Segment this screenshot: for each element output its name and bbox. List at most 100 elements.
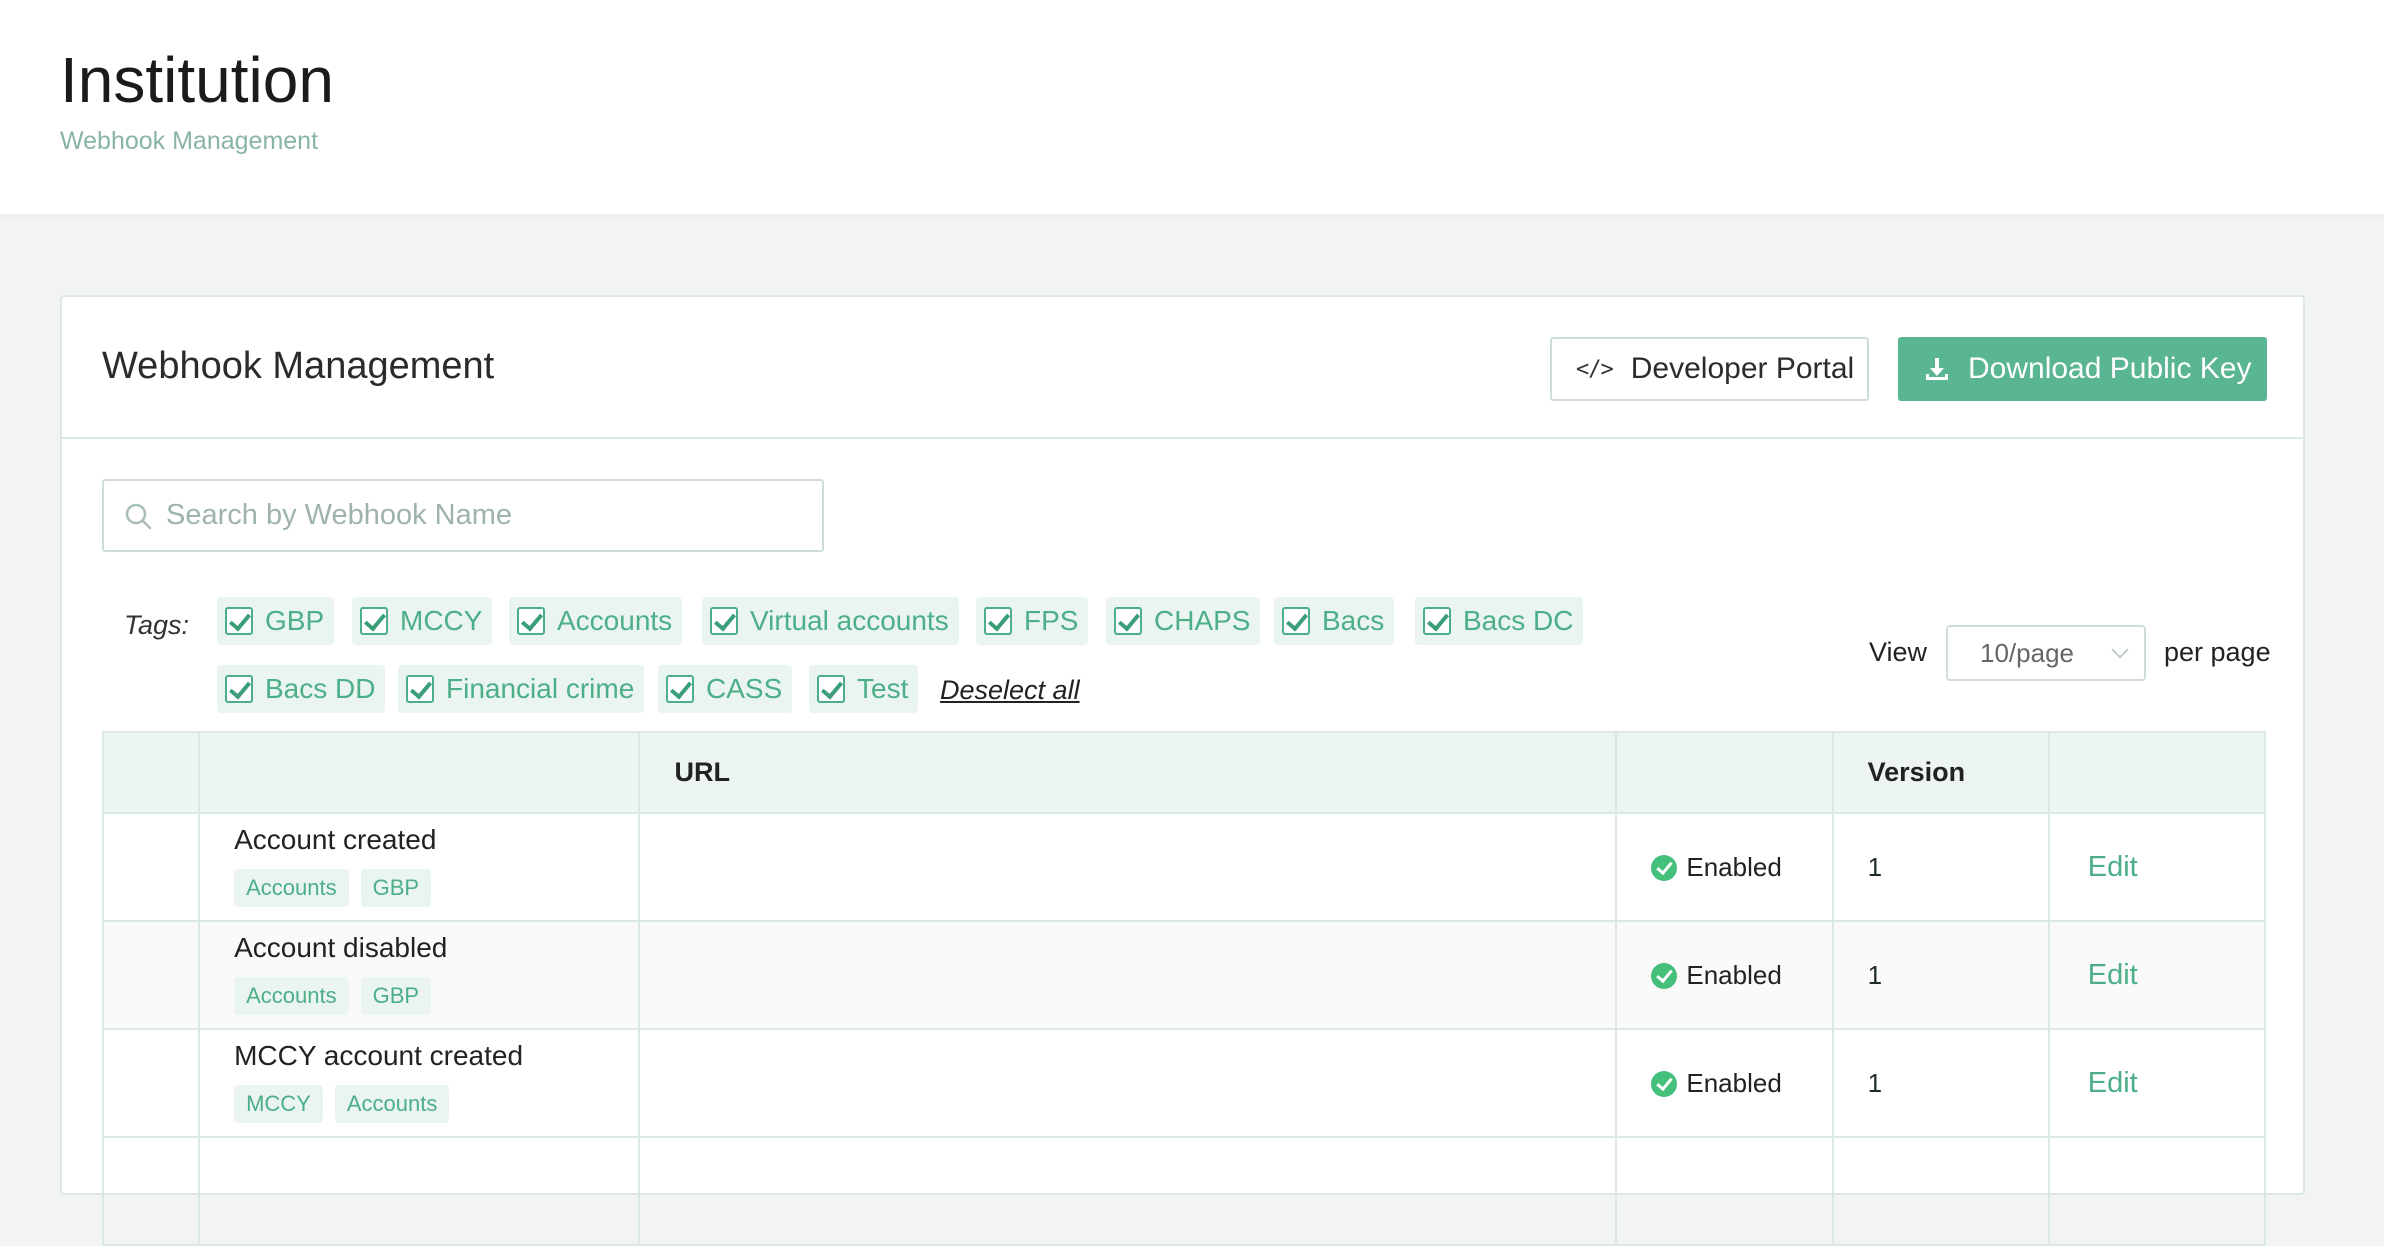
tag-filter-bacs[interactable]: Bacs (1274, 597, 1395, 645)
webhook-url (638, 1136, 1618, 1246)
edit-link[interactable]: Edit (2047, 920, 2267, 1030)
column-header-version: Version (1831, 731, 2050, 814)
download-public-key-label: Download Public Key (1968, 352, 2252, 385)
edit-link[interactable] (2047, 1136, 2267, 1246)
tag-filter-chaps[interactable]: CHAPS (1106, 597, 1261, 645)
tag-filter-label: Bacs (1322, 605, 1385, 636)
download-public-key-button[interactable]: Download Public Key (1898, 337, 2267, 401)
checkbox-checked-icon[interactable] (984, 607, 1012, 635)
webhook-url (638, 812, 1618, 922)
webhook-tag: Accounts (234, 869, 349, 907)
webhook-version (1831, 1136, 2050, 1246)
check-circle-icon (1651, 1070, 1678, 1097)
tag-filter-mccy[interactable]: MCCY (352, 597, 493, 645)
webhook-tag: GBP (360, 869, 432, 907)
tag-filter-label: Bacs DC (1463, 605, 1574, 636)
search-icon (125, 503, 152, 529)
row-select-cell (101, 1028, 201, 1138)
status-text: Enabled (1686, 1067, 1782, 1098)
tag-filter-bacs-dc[interactable]: Bacs DC (1415, 597, 1584, 645)
tag-filter-fps[interactable]: FPS (976, 597, 1089, 645)
table-row (101, 1136, 2267, 1246)
chevron-down-icon (2111, 641, 2129, 659)
tag-filter-label: CASS (706, 673, 783, 704)
webhook-tag: Accounts (334, 1085, 450, 1123)
column-header-select (101, 731, 201, 814)
tag-filter-label: FPS (1024, 605, 1079, 636)
row-name-cell: Account disabled Accounts GBP (198, 920, 641, 1030)
row-name-cell: Account created Accounts GBP (198, 812, 641, 922)
row-select-cell (101, 920, 201, 1030)
view-label: View (1869, 637, 1928, 667)
status-cell (1615, 1136, 1834, 1246)
edit-link[interactable]: Edit (2047, 812, 2267, 922)
checkbox-checked-icon[interactable] (1282, 607, 1310, 635)
status-cell: Enabled (1615, 920, 1834, 1030)
webhook-url (638, 920, 1618, 1030)
webhook-version: 1 (1831, 920, 2050, 1030)
webhook-url (638, 1028, 1618, 1138)
webhook-tag: GBP (360, 977, 432, 1015)
checkbox-checked-icon[interactable] (666, 675, 694, 703)
check-circle-icon (1651, 854, 1678, 881)
table-row: Account disabled Accounts GBP Enabled 1 … (101, 920, 2267, 1030)
tag-filter-bacs-dd[interactable]: Bacs DD (217, 665, 386, 713)
row-name-cell: MCCY account created MCCY Accounts (198, 1028, 641, 1138)
status-cell: Enabled (1615, 1028, 1834, 1138)
row-select-cell (101, 1136, 201, 1246)
tag-filter-gbp[interactable]: GBP (217, 597, 335, 645)
check-circle-icon (1651, 962, 1678, 989)
webhook-tag: MCCY (234, 1085, 323, 1123)
tag-filter-label: Accounts (557, 605, 673, 636)
checkbox-checked-icon[interactable] (406, 675, 434, 703)
search-box (102, 479, 824, 552)
status-cell: Enabled (1615, 812, 1834, 922)
checkbox-checked-icon[interactable] (225, 607, 253, 635)
deselect-all-link[interactable]: Deselect all (940, 675, 1080, 706)
row-select-cell (101, 812, 201, 922)
search-input[interactable] (166, 499, 806, 532)
webhook-version: 1 (1831, 812, 2050, 922)
checkbox-checked-icon[interactable] (1423, 607, 1451, 635)
card-title: Webhook Management (102, 345, 495, 387)
card-header: Webhook Management </> Developer Portal … (62, 297, 2303, 439)
row-name-cell (198, 1136, 641, 1246)
per-page-select[interactable]: 10/page (1946, 625, 2146, 681)
webhook-version: 1 (1831, 1028, 2050, 1138)
column-header-status (1615, 731, 1834, 814)
tag-filter-accounts[interactable]: Accounts (509, 597, 683, 645)
developer-portal-button[interactable]: </> Developer Portal (1550, 337, 1869, 401)
per-page-value: 10/page (1980, 637, 2074, 668)
checkbox-checked-icon[interactable] (360, 607, 388, 635)
checkbox-checked-icon[interactable] (225, 675, 253, 703)
table-header-row: URL Version (101, 731, 2267, 814)
status-text: Enabled (1686, 851, 1782, 882)
tags-label: Tags: (124, 610, 190, 640)
page-subtitle: Webhook Management (60, 127, 319, 155)
developer-portal-label: Developer Portal (1630, 352, 1855, 385)
tag-filter-label: Test (857, 673, 909, 704)
tag-filter-financial-crime[interactable]: Financial crime (398, 665, 645, 713)
checkbox-checked-icon[interactable] (517, 607, 545, 635)
tag-filter-label: GBP (265, 605, 325, 636)
tag-filter-label: CHAPS (1154, 605, 1251, 636)
column-header-actions (2047, 731, 2267, 814)
page-title: Institution (60, 44, 334, 116)
column-header-name (198, 731, 641, 814)
tag-filter-test[interactable]: Test (809, 665, 919, 713)
webhook-card: Webhook Management </> Developer Portal … (60, 295, 2305, 1246)
checkbox-checked-icon[interactable] (710, 607, 738, 635)
edit-link[interactable]: Edit (2047, 1028, 2267, 1138)
column-header-url: URL (638, 731, 1618, 814)
webhook-name: Account disabled (234, 932, 448, 963)
tag-filter-virtual-accounts[interactable]: Virtual accounts (702, 597, 959, 645)
tag-filter-label: Bacs DD (265, 673, 376, 704)
webhook-name: MCCY account created (234, 1040, 524, 1071)
tag-filter-cass[interactable]: CASS (658, 665, 793, 713)
tag-filter-label: Financial crime (446, 673, 635, 704)
checkbox-checked-icon[interactable] (1114, 607, 1142, 635)
checkbox-checked-icon[interactable] (817, 675, 845, 703)
webhooks-table: URL Version Account created Accounts GBP (101, 731, 2267, 1246)
webhook-name: Account created (234, 824, 437, 855)
tag-filter-label: Virtual accounts (750, 605, 949, 636)
